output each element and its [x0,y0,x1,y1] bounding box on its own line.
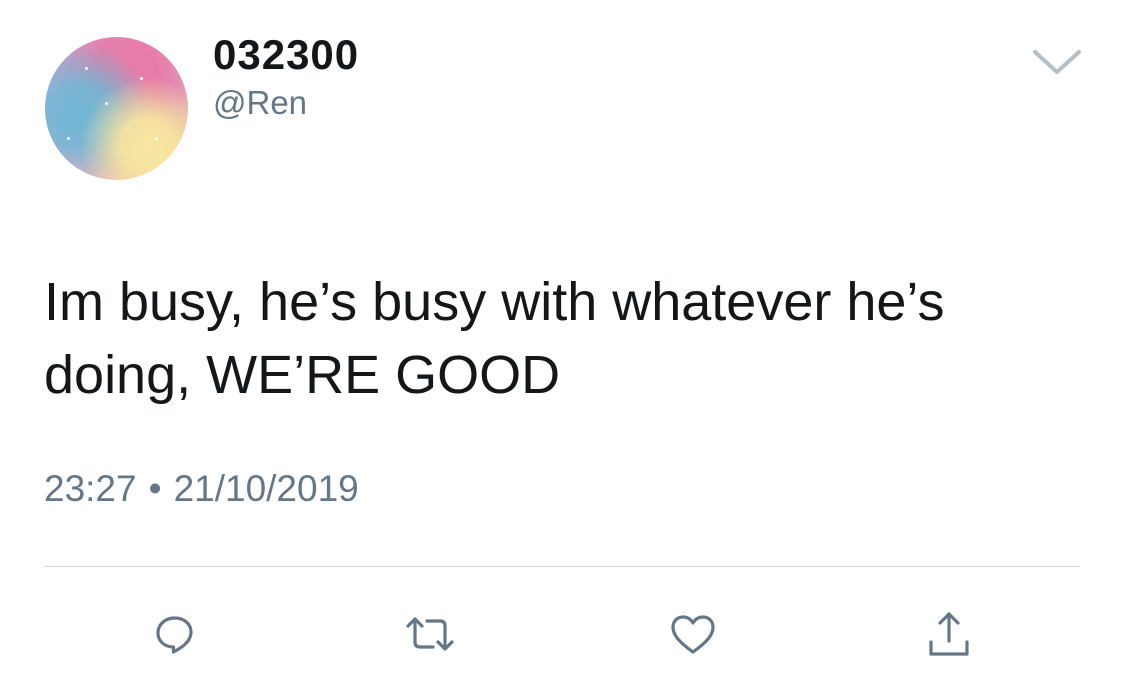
avatar-sparkle [85,67,88,70]
tweet-time: 23:27 [44,468,137,509]
avatar-sparkle [140,77,143,80]
tweet-text: Im busy, he’s busy with whatever he’s do… [44,272,945,405]
share-icon [923,608,975,660]
reply-button[interactable] [147,606,203,662]
heart-icon [669,612,717,656]
tweet-timestamp[interactable]: 23:27 • 21/10/2019 [44,468,359,510]
reply-icon [153,612,197,656]
retweet-button[interactable] [402,606,458,662]
tweet-date: 21/10/2019 [173,468,359,509]
author-display-name[interactable]: 032300 [213,31,359,79]
avatar-sparkle [105,102,108,105]
avatar-sparkle [155,137,158,140]
meta-separator: • [148,468,162,509]
divider [44,566,1080,567]
avatar[interactable] [45,37,188,180]
like-button[interactable] [665,606,721,662]
author-handle[interactable]: @Ren [213,84,307,122]
retweet-icon [402,612,458,656]
avatar-sparkle [67,137,70,140]
share-button[interactable] [921,606,977,662]
chevron-down-icon[interactable] [1029,44,1085,80]
